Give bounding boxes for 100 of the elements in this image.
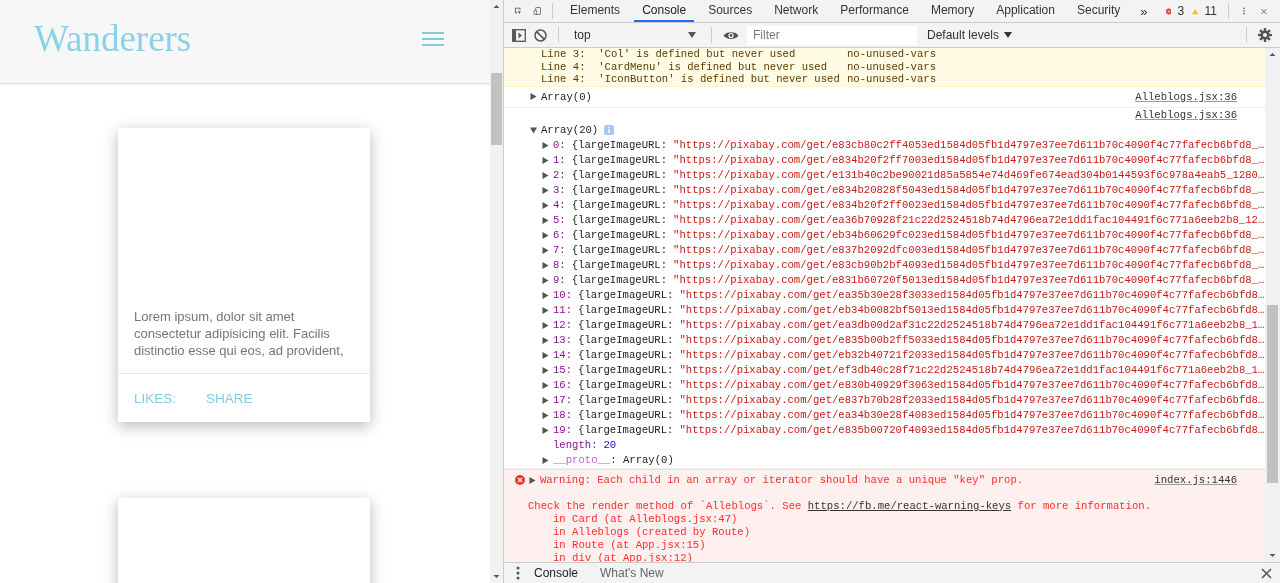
info-icon — [604, 125, 615, 136]
caret-icon — [1004, 32, 1013, 38]
array-index: 3: — [553, 182, 566, 198]
string-value: "https://pixabay.com/get/e834b20f2ff0023ed1584d05fb1d4797e37ee7d611b70c4090f4c77fafecb6bfd8_… — [673, 197, 1265, 213]
levels-dropdown[interactable]: Default levels — [925, 28, 1015, 42]
property-key: {largeImageURL: — [571, 152, 668, 168]
property-key: {largeImageURL: — [571, 242, 668, 258]
array-index: 11: — [553, 302, 573, 318]
array-index: 15: — [553, 362, 573, 378]
array-index: 13: — [553, 332, 573, 348]
property-key: {largeImageURL: — [571, 137, 668, 153]
log-value[interactable]: Array(0) — [541, 90, 592, 103]
caret-icon — [688, 32, 696, 38]
string-value: "https://pixabay.com/get/ea35b30e28f3033ed1584d05fb1d4797e37ee7d611b70c4090f4c77fafecb6bfd8… — [679, 287, 1265, 303]
lint-rule: no-unused-vars — [847, 48, 936, 61]
array-index: 1: — [553, 152, 566, 168]
property-key: {largeImageURL: — [578, 377, 674, 393]
stack-frame: in Alleblogs (created by Route) — [515, 525, 1237, 539]
array-index: 19: — [553, 422, 573, 438]
source-link[interactable]: Alleblogs.jsx:36 — [1135, 90, 1237, 103]
string-value: "https://pixabay.com/get/e835b00720f4093ed1584d05fb1d4797e37ee7d611b70c4090f4c77fafecb6bfd8… — [679, 422, 1265, 438]
array-index: 14: — [553, 347, 573, 363]
string-value: "https://pixabay.com/get/e830b40929f3063ed1584d05fb1d4797e37ee7d611b70c4090f4c77fafecb6bfd8… — [679, 377, 1265, 393]
number-value: 20 — [603, 437, 617, 453]
string-value: "https://pixabay.com/get/e837b2092dfc003ed1584d05fb1d4797e37ee7d611b70c4090f4c77fafecb6bfd8_… — [673, 242, 1265, 258]
devtools-tab[interactable]: Application — [988, 0, 1063, 22]
settings-icon[interactable] — [1258, 28, 1272, 42]
string-value: "https://pixabay.com/get/ea3db00d2af31c22d2524518b74d4796ea72e1dd1fac104491f6c771a6eeb2b8_1… — [679, 317, 1265, 333]
drawer-tab[interactable]: What's New — [592, 563, 672, 583]
property-key: {largeImageURL: — [571, 182, 668, 198]
expand-triangle-icon[interactable] — [542, 456, 549, 464]
filter-field[interactable]: Filter — [747, 25, 917, 45]
expand-triangle-icon[interactable] — [530, 93, 537, 101]
devtools-tab[interactable]: Security — [1068, 0, 1129, 22]
array-index: 7: — [553, 242, 566, 258]
eye-icon[interactable] — [723, 29, 739, 41]
lint-rule: no-unused-vars — [847, 60, 936, 74]
more-tabs-button[interactable]: » — [1134, 3, 1154, 19]
string-value: "https://pixabay.com/get/ea34b30e28f4083ed1584d05fb1d4797e37ee7d611b70c4090f4c77fafecb6bfd8… — [679, 407, 1265, 423]
array-index: 5: — [553, 212, 566, 228]
source-link[interactable]: index.js:1446 — [1154, 473, 1237, 487]
string-value: "https://pixabay.com/get/e835b00b2ff5033ed1584d05fb1d4797e37ee7d611b70c4090f4c77fafecb6bfd8… — [679, 332, 1265, 348]
string-value: "https://pixabay.com/get/ea36b70928f21c22d2524518b74d4796ea72e1dd1fac104491f6c771a6eeb2b8_12… — [673, 212, 1265, 228]
expand-triangle-icon[interactable] — [530, 126, 537, 134]
lint-text: Line 4: 'CardMenu' is defined but never used — [541, 60, 829, 74]
string-value: "https://pixabay.com/get/eb32b40721f2033ed1584d05fb1d4797e37ee7d611b70c4090f4c77fafecb6bfd8… — [679, 347, 1265, 363]
lint-rule: no-unused-vars — [847, 73, 936, 86]
warning-count: 11 — [1204, 4, 1217, 18]
property-key: {largeImageURL: — [578, 302, 674, 318]
property-value: : Array(0) — [610, 452, 674, 468]
array-index: 17: — [553, 392, 573, 408]
stack-frame: in Route (at App.jsx:15) — [515, 538, 1237, 552]
string-value: "https://pixabay.com/get/ef3db40c28f71c22d2524518b74d4796ea72e1dd1fac104491f6c771a6eeb2b8_1… — [679, 362, 1265, 378]
stack-frame: in Card (at Alleblogs.jsx:47) — [515, 512, 1237, 526]
array-index: 8: — [553, 257, 566, 273]
array-index: 18: — [553, 407, 573, 423]
array-index: 2: — [553, 167, 566, 183]
array-index: 6: — [553, 227, 566, 243]
lint-text: Line 4: 'IconButton' is defined but never used — [541, 73, 841, 86]
error-details: Check the render method of `Alleblogs`. See https://fb.me/react-warning-keys for more information. — [528, 499, 1153, 513]
property-key: __proto__ — [553, 452, 611, 468]
card-text: Lorem ipsum, dolor sit amet consectetur adipisicing elit. Facilis distinctio esse qui eos, ad provident, — [133, 308, 345, 360]
string-value: "https://pixabay.com/get/e834b20828f5043ed1584d05fb1d4797e37ee7d611b70c4090f4c77fafecb6bfd8_… — [673, 182, 1265, 198]
devtools-tab[interactable]: Memory — [922, 0, 983, 22]
property-key: {largeImageURL: — [578, 422, 674, 438]
clear-icon[interactable] — [534, 28, 547, 42]
property-key: {largeImageURL: — [571, 272, 668, 288]
property-key: {largeImageURL: — [571, 167, 668, 183]
devtools-tab[interactable]: Performance — [832, 0, 917, 22]
array-index: 0: — [553, 137, 566, 153]
string-value: "https://pixabay.com/get/e831b60720f5013ed1584d05fb1d4797e37ee7d611b70c4090f4c77fafecb6bfd8_… — [673, 272, 1265, 288]
lint-text: Line 3: 'Col' is defined but never used — [541, 48, 797, 61]
array-index: 16: — [553, 377, 573, 393]
docs-link[interactable]: https://fb.me/react-warning-keys — [807, 499, 1012, 512]
kebab-menu-icon[interactable] — [516, 566, 520, 580]
string-value: "https://pixabay.com/get/eb34b60629fc023ed1584d05fb1d4797e37ee7d611b70c4090f4c77fafecb6bfd8_… — [673, 227, 1265, 243]
property-key: {largeImageURL: — [571, 227, 668, 243]
array-index: 10: — [553, 287, 573, 303]
string-value: "https://pixabay.com/get/e834b20f2ff7003ed1584d05fb1d4797e37ee7d611b70c4090f4c77fafecb6bfd8_… — [673, 152, 1265, 168]
devtools-tab[interactable]: Elements — [562, 0, 629, 22]
string-value: "https://pixabay.com/get/e131b40c2be90021d85a5854e74d469fe674ead304b0144593f6c978a4eab5_1280… — [673, 167, 1265, 183]
string-value: "https://pixabay.com/get/eb34b0082bf5013ed1584d05fb1d4797e37ee7d611b70c4090f4c77fafecb6bfd8… — [679, 302, 1265, 318]
scrollbar-thumb[interactable] — [1267, 305, 1278, 483]
source-link[interactable]: Alleblogs.jsx:36 — [1135, 107, 1237, 123]
devtools-tab[interactable]: Network — [766, 0, 827, 22]
close-icon[interactable] — [1261, 567, 1272, 579]
error-icon — [515, 475, 525, 486]
property-key: {largeImageURL: — [578, 362, 674, 378]
drawer-tab[interactable]: Console — [526, 563, 587, 583]
property-key: length: — [553, 437, 598, 453]
devtools-tab[interactable]: Sources — [700, 0, 761, 22]
string-value: "https://pixabay.com/get/e83cb90b2bf4093ed1584d05fb1d4797e37ee7d611b70c4090f4c77fafecb6bfd8_… — [673, 257, 1265, 273]
log-value[interactable]: Array(20) — [541, 122, 599, 138]
property-key: {largeImageURL: — [578, 332, 674, 348]
context-select[interactable]: top — [570, 28, 700, 42]
scrollbar-thumb[interactable] — [491, 73, 502, 145]
property-key: {largeImageURL: — [578, 392, 674, 408]
expand-triangle-icon[interactable] — [529, 476, 536, 484]
sidebar-toggle-icon[interactable] — [512, 28, 526, 42]
property-key: {largeImageURL: — [571, 257, 668, 273]
